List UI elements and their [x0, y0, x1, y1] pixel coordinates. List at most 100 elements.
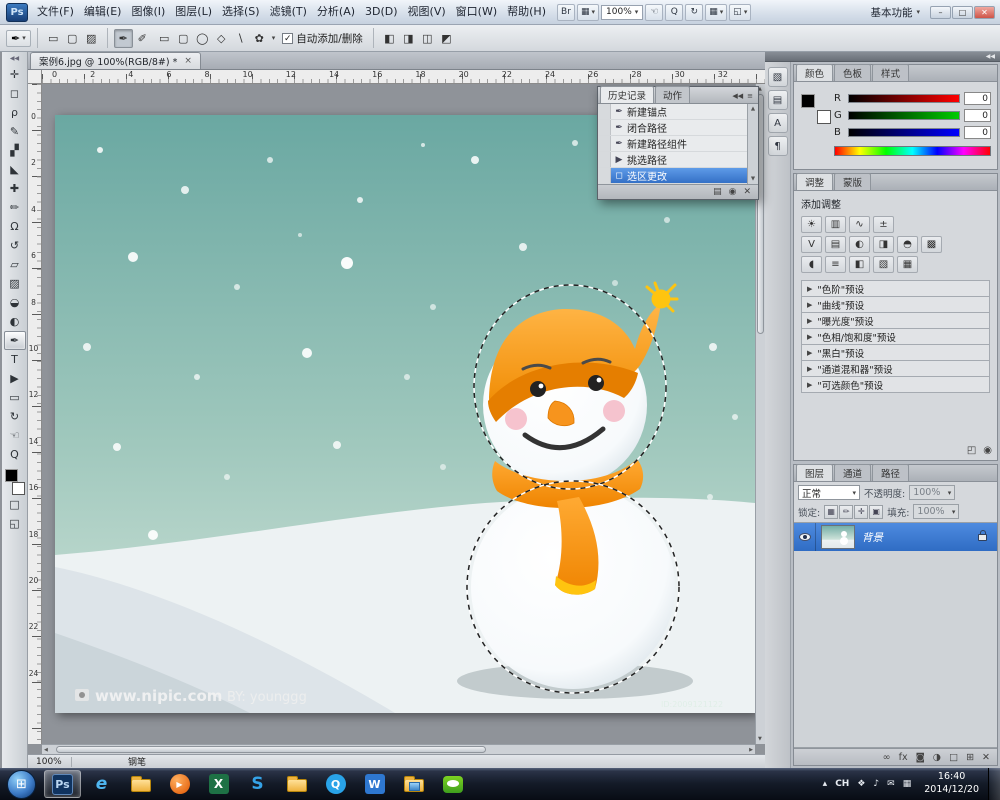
panel-grip-icon[interactable]: ◀◀: [2, 55, 27, 65]
link-layers-icon[interactable]: ∞: [883, 752, 891, 763]
posterize-icon[interactable]: ≡: [825, 256, 846, 273]
quick-selection-tool[interactable]: ✎: [4, 122, 26, 141]
tab-adjustments[interactable]: 调整: [796, 173, 833, 190]
panel-menu-icon[interactable]: ≡: [747, 92, 753, 100]
scroll-down-icon[interactable]: ▼: [758, 736, 762, 742]
fill-pixels-button[interactable]: ▨: [82, 29, 101, 48]
intersect-path-area-button[interactable]: ◫: [418, 29, 437, 48]
expanded-view-icon[interactable]: ◰: [967, 445, 976, 456]
layer-style-icon[interactable]: fx: [899, 752, 908, 763]
chat-taskbar-button[interactable]: [434, 770, 471, 798]
navigator-panel-icon[interactable]: ▧: [768, 67, 788, 87]
photoshop-taskbar-button[interactable]: Ps: [44, 770, 81, 798]
exposure-icon[interactable]: ±: [873, 216, 894, 233]
shape-layers-button[interactable]: ▭: [44, 29, 63, 48]
history-source-checkbox[interactable]: [598, 168, 611, 183]
document-tab[interactable]: 案例6.jpg @ 100%(RGB/8#) * ×: [30, 52, 201, 69]
switch-panel-icon[interactable]: ◉: [983, 445, 992, 456]
tray-mail-icon[interactable]: ✉: [883, 779, 899, 789]
preset-group[interactable]: ▶ "通道混和器"预设: [801, 361, 990, 377]
ie-taskbar-button[interactable]: e: [83, 770, 120, 798]
snowman-image[interactable]: www.nipic.com BY: younggg ID:2009121122: [55, 115, 755, 713]
curves-icon[interactable]: ∿: [849, 216, 870, 233]
lock-transparency-button[interactable]: ▦: [824, 505, 838, 519]
menu-item[interactable]: 帮助(H): [502, 0, 551, 24]
zoom-tool-button[interactable]: Q: [665, 4, 683, 21]
pen-tool-button[interactable]: ✒: [114, 29, 133, 48]
preset-group[interactable]: ▶ "色阶"预设: [801, 281, 990, 297]
preset-group[interactable]: ▶ "色相/饱和度"预设: [801, 329, 990, 345]
levels-icon[interactable]: ▥: [825, 216, 846, 233]
layer-group-icon[interactable]: □: [949, 752, 958, 763]
layer-thumbnail[interactable]: [821, 525, 855, 549]
taskbar-clock[interactable]: 16:40 2014/12/20: [915, 771, 988, 797]
maximize-button[interactable]: □: [952, 6, 973, 19]
menu-item[interactable]: 滤镜(T): [265, 0, 312, 24]
menu-item[interactable]: 视图(V): [403, 0, 451, 24]
horizontal-scrollbar[interactable]: ◀ ▶: [42, 744, 755, 754]
media-player-taskbar-button[interactable]: ▶: [161, 770, 198, 798]
channel-mixer-icon[interactable]: ▩: [921, 236, 942, 253]
view-extras-button[interactable]: ▦▾: [577, 4, 599, 21]
new-layer-icon[interactable]: ⊞: [966, 752, 974, 763]
zoom-level-field[interactable]: 100%▾: [601, 5, 643, 20]
color-balance-icon[interactable]: ◐: [849, 236, 870, 253]
paths-mode-button[interactable]: ▢: [63, 29, 82, 48]
history-source-checkbox[interactable]: [598, 104, 611, 119]
crop-tool[interactable]: ▞: [4, 141, 26, 160]
menu-item[interactable]: 选择(S): [217, 0, 265, 24]
history-source-checkbox[interactable]: [598, 152, 611, 167]
preset-group[interactable]: ▶ "黑白"预设: [801, 345, 990, 361]
launch-bridge-button[interactable]: Br: [557, 4, 575, 21]
adjustment-layer-icon[interactable]: ◑: [933, 752, 941, 763]
healing-brush-tool[interactable]: ✚: [4, 179, 26, 198]
history-step[interactable]: ✒ 新建路径组件: [598, 136, 747, 152]
ellipse-button[interactable]: ◯: [193, 29, 212, 48]
fill-field[interactable]: 100% ▾: [913, 504, 959, 519]
history-brush-tool[interactable]: ↺: [4, 236, 26, 255]
preset-group[interactable]: ▶ "曲线"预设: [801, 297, 990, 313]
blur-tool[interactable]: ◒: [4, 293, 26, 312]
delete-layer-icon[interactable]: ✕: [982, 752, 990, 763]
invert-icon[interactable]: ◖: [801, 256, 822, 273]
foreground-background-swatches[interactable]: [801, 94, 831, 124]
rotate-view-button[interactable]: ↻: [685, 4, 703, 21]
vibrance-icon[interactable]: V: [801, 236, 822, 253]
gradient-tool[interactable]: ▨: [4, 274, 26, 293]
custom-shape-button[interactable]: ✿: [250, 29, 269, 48]
channel-value-field[interactable]: 0: [964, 109, 991, 122]
history-step[interactable]: ✒ 新建锚点: [598, 104, 747, 120]
quick-mask-button[interactable]: □: [4, 495, 26, 514]
preset-group[interactable]: ▶ "可选颜色"预设: [801, 377, 990, 393]
tray-expand-icon[interactable]: ▴: [819, 779, 832, 789]
lasso-tool[interactable]: ρ: [4, 103, 26, 122]
color-swatches-widget[interactable]: [3, 469, 27, 495]
arrange-documents-button[interactable]: ▦▾: [705, 4, 727, 21]
wps-taskbar-button[interactable]: W: [356, 770, 393, 798]
tray-shield-icon[interactable]: ❖: [853, 779, 869, 789]
shape-tool[interactable]: ▭: [4, 388, 26, 407]
background-color-swatch[interactable]: [817, 110, 831, 124]
paragraph-panel-icon[interactable]: ¶: [768, 136, 788, 156]
channel-slider[interactable]: [848, 94, 960, 103]
tab-swatches[interactable]: 色板: [834, 64, 871, 81]
hand-tool[interactable]: ☜: [4, 426, 26, 445]
line-button[interactable]: ∖: [231, 29, 250, 48]
rotate-view-tool[interactable]: ↻: [4, 407, 26, 426]
minimize-button[interactable]: –: [930, 6, 951, 19]
foreground-color-swatch[interactable]: [5, 469, 18, 482]
photo-filter-icon[interactable]: ◓: [897, 236, 918, 253]
tab-history[interactable]: 历史记录: [600, 86, 654, 103]
auto-add-delete-checkbox[interactable]: ✓: [282, 33, 293, 44]
history-panel-titlebar[interactable]: 历史记录 动作 ◀◀ ≡: [598, 87, 758, 104]
rectangle-button[interactable]: ▭: [155, 29, 174, 48]
blend-mode-select[interactable]: 正常 ▾: [798, 485, 860, 500]
path-selection-tool[interactable]: ▶: [4, 369, 26, 388]
close-button[interactable]: ✕: [974, 6, 995, 19]
tab-channels[interactable]: 通道: [834, 464, 871, 481]
workspace-switcher[interactable]: 基本功能 ▾: [860, 5, 930, 20]
ruler-origin-corner[interactable]: [28, 70, 42, 84]
foreground-color-swatch[interactable]: [801, 94, 815, 108]
tray-volume-icon[interactable]: ♪: [869, 779, 883, 789]
menu-item[interactable]: 分析(A): [312, 0, 360, 24]
